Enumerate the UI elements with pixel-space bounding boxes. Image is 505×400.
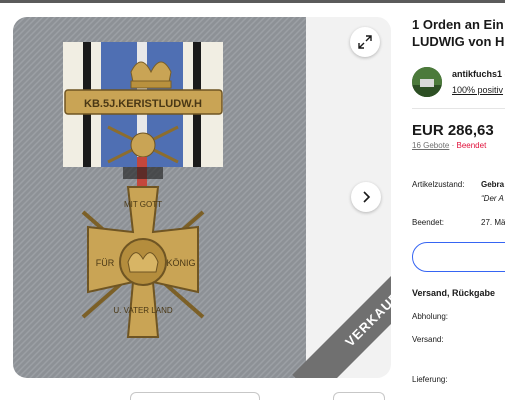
- shipping-heading: Versand, Rückgabe: [412, 288, 496, 298]
- avatar-image: [412, 67, 442, 97]
- action-button[interactable]: [412, 242, 505, 272]
- svg-text:MIT GOTT: MIT GOTT: [124, 200, 162, 209]
- seller-card[interactable]: antikfuchs1 ( 100% positiv: [412, 67, 505, 99]
- thumbnail-tab[interactable]: [130, 392, 260, 400]
- product-photo[interactable]: KB.5J.KERISTLUDW.H MIT GOTT FÜR KÖNIG U.…: [13, 17, 306, 378]
- shipping-label: Versand:: [412, 335, 444, 344]
- condition-note: “Der A: [481, 194, 504, 203]
- delivery-label: Lieferung:: [412, 375, 448, 384]
- price: EUR 286,63: [412, 122, 494, 139]
- listing-title: 1 Orden an Ein LUDWIG von H: [412, 16, 505, 50]
- svg-text:FÜR: FÜR: [96, 258, 115, 268]
- svg-text:KÖNIG: KÖNIG: [166, 258, 195, 268]
- bids-link[interactable]: 16 Gebote: [412, 141, 449, 150]
- expand-button[interactable]: [350, 27, 380, 57]
- seller-feedback-link[interactable]: 100% positiv: [452, 85, 503, 95]
- medal-photo: KB.5J.KERISTLUDW.H MIT GOTT FÜR KÖNIG U.…: [13, 17, 306, 378]
- chevron-right-icon: [363, 191, 371, 203]
- divider: [412, 108, 505, 109]
- bids-status: 16 Gebote · Beendet: [412, 141, 486, 150]
- svg-text:U. VATER LAND: U. VATER LAND: [113, 306, 172, 315]
- seller-avatar[interactable]: [412, 67, 442, 97]
- sold-ribbon-label: VERKAUFT: [341, 282, 391, 350]
- listing-title-line2: LUDWIG von H: [412, 34, 505, 49]
- svg-text:KB.5J.KERISTLUDW.H: KB.5J.KERISTLUDW.H: [84, 98, 202, 110]
- sold-ribbon: VERKAUFT: [292, 233, 391, 378]
- thumbnail-tab-2[interactable]: [333, 392, 385, 400]
- seller-name[interactable]: antikfuchs1 (: [452, 69, 505, 79]
- condition-value: Gebra: [481, 180, 505, 189]
- medal-bar: KB.5J.KERISTLUDW.H: [64, 89, 223, 115]
- pickup-label: Abholung:: [412, 312, 449, 321]
- image-gallery[interactable]: KB.5J.KERISTLUDW.H MIT GOTT FÜR KÖNIG U.…: [13, 17, 391, 378]
- ended-label: Beendet:: [412, 218, 445, 227]
- expand-icon: [358, 35, 372, 49]
- next-image-button[interactable]: [351, 182, 381, 212]
- status-ended: Beendet: [456, 141, 487, 150]
- ended-value: 27. Mä: [481, 218, 505, 227]
- bottom-thumbnail-strip: [0, 392, 505, 400]
- listing-info-panel: 1 Orden an Ein LUDWIG von H antikfuchs1 …: [412, 0, 505, 400]
- listing-title-line1: 1 Orden an Ein: [412, 17, 504, 32]
- condition-label: Artikelzustand:: [412, 180, 465, 189]
